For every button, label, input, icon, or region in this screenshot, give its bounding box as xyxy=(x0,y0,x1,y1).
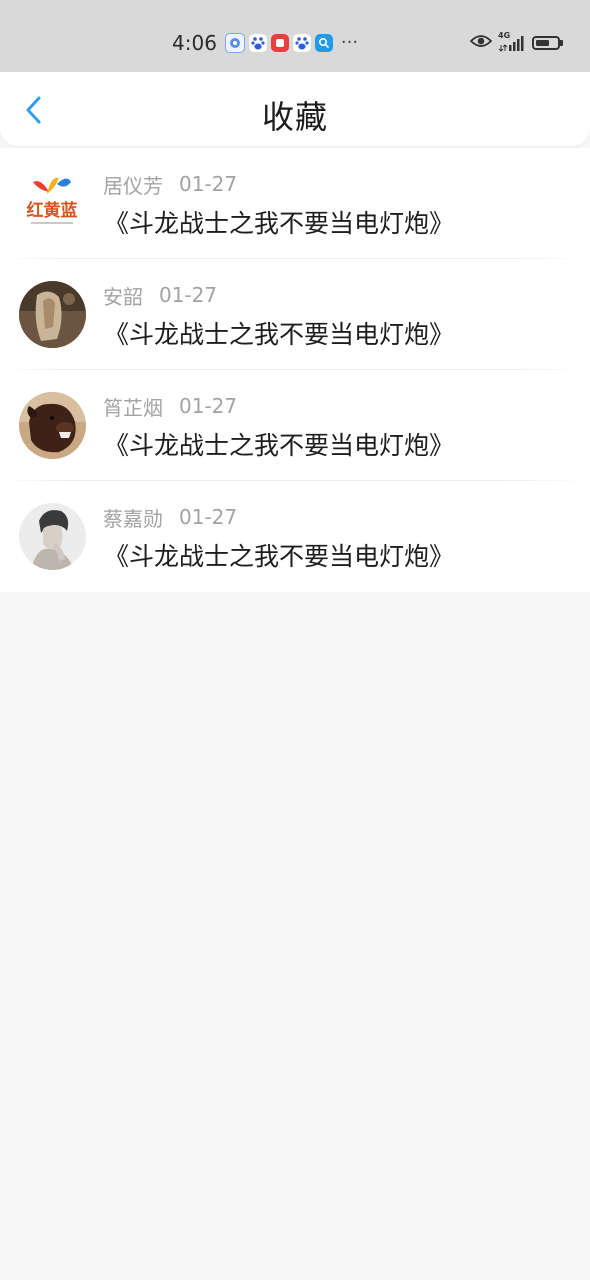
eye-icon xyxy=(469,33,493,53)
item-meta: 居仪芳 01-27 xyxy=(103,170,237,198)
list-item[interactable]: 安韶 01-27 《斗龙战士之我不要当电灯炮》 xyxy=(0,259,590,370)
list-item[interactable]: 红黄蓝 居仪芳 01-27 《斗龙战士之我不要当电灯炮》 xyxy=(0,148,590,259)
author-name: 居仪芳 xyxy=(103,173,163,198)
status-time: 4:06 xyxy=(172,31,217,55)
red-app-icon xyxy=(270,34,289,52)
battery-body xyxy=(532,36,560,50)
music-app-icon xyxy=(224,33,245,53)
item-meta: 安韶 01-27 xyxy=(103,281,217,309)
item-title: 《斗龙战士之我不要当电灯炮》 xyxy=(104,431,455,460)
item-meta: 蔡嘉勋 01-27 xyxy=(103,503,237,531)
item-title: 《斗龙战士之我不要当电灯炮》 xyxy=(104,542,455,571)
dog-avatar xyxy=(19,392,86,459)
signal-icon: 4G xyxy=(498,31,526,53)
battery-icon xyxy=(532,36,563,50)
status-center: 4:06 ··· xyxy=(172,26,358,60)
item-date: 01-27 xyxy=(179,505,238,529)
logo-avatar-text: 红黄蓝 xyxy=(27,200,78,221)
more-notifications-icon: ··· xyxy=(340,32,359,53)
photo-avatar xyxy=(19,281,86,348)
status-bar: 4:06 ··· 4G xyxy=(0,0,590,72)
author-name: 蔡嘉勋 xyxy=(103,506,163,531)
battery-fill xyxy=(536,40,549,46)
portrait-avatar xyxy=(19,503,86,570)
list-item[interactable]: 筲芷烟 01-27 《斗龙战士之我不要当电灯炮》 xyxy=(0,370,590,481)
author-name: 安韶 xyxy=(103,284,143,309)
baidu-paw-icon xyxy=(248,34,267,52)
search-app-icon xyxy=(314,34,333,52)
item-meta: 筲芷烟 01-27 xyxy=(103,392,237,420)
item-title: 《斗龙战士之我不要当电灯炮》 xyxy=(104,320,455,349)
baidu-paw-icon xyxy=(292,34,311,52)
item-date: 01-27 xyxy=(179,172,238,196)
list-item[interactable]: 蔡嘉勋 01-27 《斗龙战士之我不要当电灯炮》 xyxy=(0,481,590,592)
status-right: 4G xyxy=(469,30,563,56)
item-date: 01-27 xyxy=(179,394,238,418)
header: 收藏 xyxy=(0,72,590,146)
item-title: 《斗龙战士之我不要当电灯炮》 xyxy=(104,209,455,238)
logo-avatar: 红黄蓝 xyxy=(19,170,86,237)
item-date: 01-27 xyxy=(159,283,218,307)
page-title: 收藏 xyxy=(261,98,328,136)
battery-cap xyxy=(560,40,563,46)
favorites-list: 红黄蓝 居仪芳 01-27 《斗龙战士之我不要当电灯炮》 安韶 01-27 《斗… xyxy=(0,148,590,592)
author-name: 筲芷烟 xyxy=(103,395,163,420)
